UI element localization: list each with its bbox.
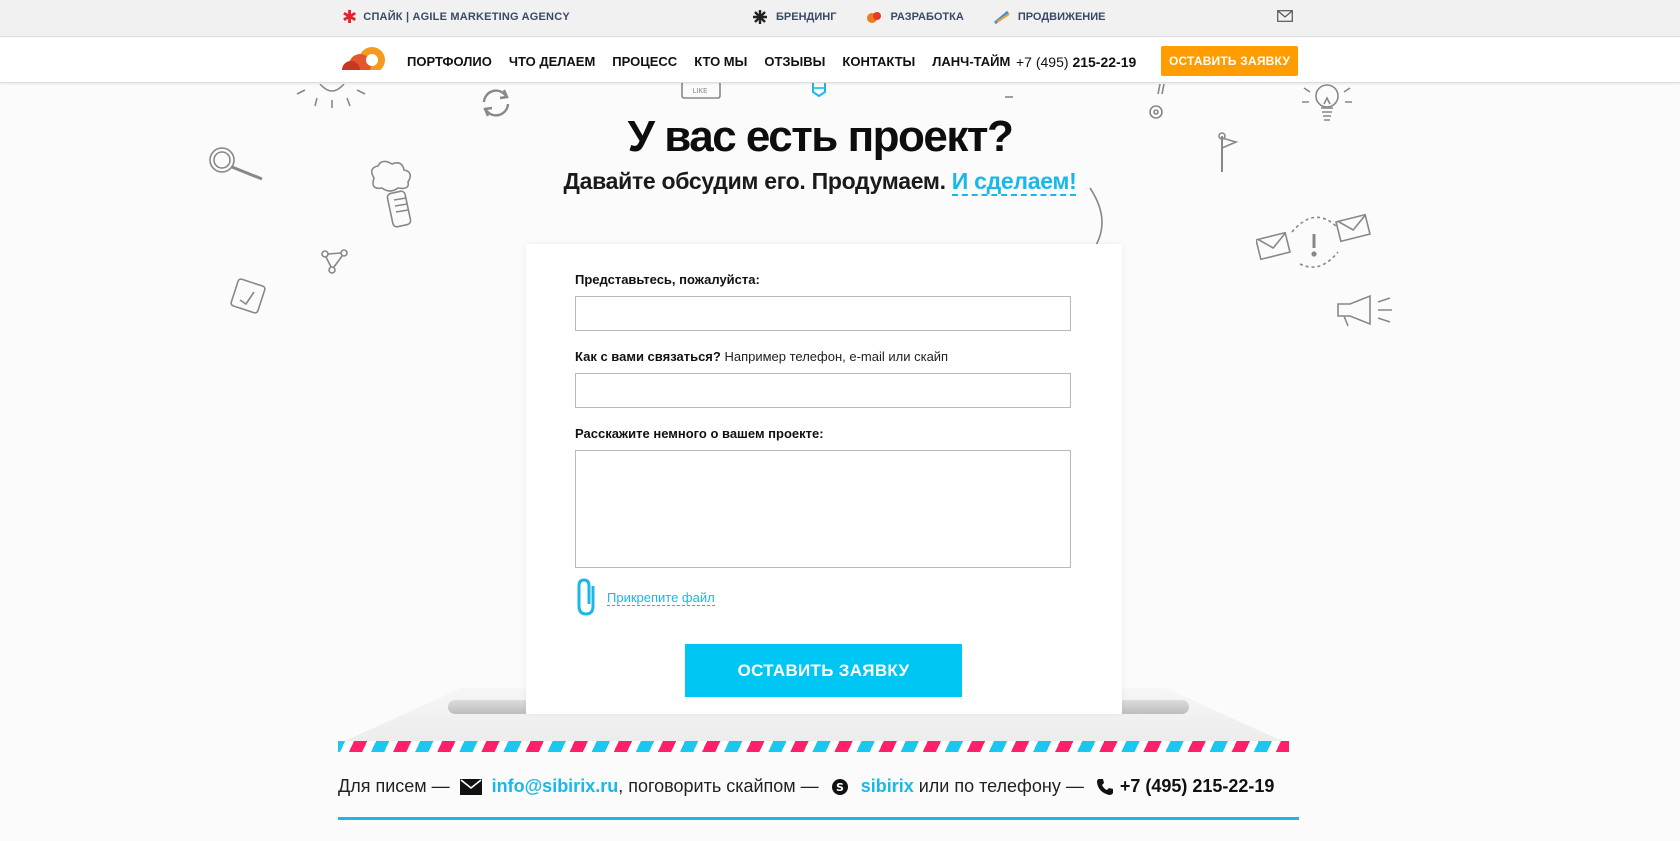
top-links: БРЕНДИНГ РАЗРАБОТКА ПРОДВИЖЕНИЕ [752, 10, 1105, 24]
top-link-branding[interactable]: БРЕНДИНГ [752, 10, 836, 24]
nav-item-services[interactable]: ЧТО ДЕЛАЕМ [509, 54, 595, 69]
subtitle-accent: И сделаем! [951, 168, 1077, 196]
name-input[interactable] [575, 296, 1071, 331]
contacts-skype-link[interactable]: sibirix [861, 776, 914, 797]
promotion-icon [993, 10, 1010, 24]
megaphone-doodle-icon [1337, 294, 1392, 327]
contacts-mail-prefix: Для писем — [338, 776, 450, 796]
paperclip-icon [577, 578, 595, 616]
top-bar: ✱ СПАЙК | AGILE MARKETING AGENCY БРЕНДИН… [0, 0, 1680, 37]
top-link-label: РАЗРАБОТКА [890, 11, 964, 23]
contact-hint: Например телефон, e-mail или скайп [724, 349, 949, 364]
development-icon [867, 12, 882, 23]
attach-file[interactable]: Прикрепите файл [575, 578, 715, 618]
contacts-skype-prefix: , поговорить скайпом — [618, 776, 819, 796]
envelope-icon [459, 778, 482, 795]
contact-input[interactable] [575, 373, 1071, 408]
project-label: Расскажите немного о вашем проекте: [575, 426, 824, 441]
network-doodle-icon [321, 249, 348, 274]
attach-file-link[interactable]: Прикрепите файл [607, 590, 715, 606]
nav-item-process[interactable]: ПРОЦЕСС [612, 54, 677, 69]
contacts-phone[interactable]: +7 (495) 215-22-19 [1120, 776, 1275, 797]
svg-text:LIKE: LIKE [693, 87, 708, 95]
nav-phone-prefix: +7 (495) [1016, 54, 1073, 70]
agency-label: СПАЙК | AGILE MARKETING AGENCY [363, 11, 570, 23]
branding-icon [753, 10, 767, 24]
svg-text:S: S [836, 781, 844, 794]
contact-label-text: Как с вами связаться? [575, 349, 721, 364]
nav-phone-number: 215-22-19 [1072, 54, 1137, 70]
nav-item-reviews[interactable]: ОТЗЫВЫ [764, 54, 825, 69]
asterisk-logo-icon: ✱ [342, 7, 358, 27]
top-link-development[interactable]: РАЗРАБОТКА [866, 10, 964, 24]
page-subtitle: Давайте обсудим его. Продумаем. И сделае… [0, 168, 1640, 196]
notepad-doodle-icon [230, 278, 266, 314]
page-title: У вас есть проект? [627, 112, 1014, 161]
contacts-line: Для писем — info@sibirix.ru , поговорить… [338, 776, 1274, 797]
contacts-phone-prefix: или по телефону — [918, 776, 1084, 796]
subtitle-text: Давайте обсудим его. Продумаем. [563, 168, 946, 194]
skype-icon: S [831, 778, 848, 795]
contact-label: Как с вами связаться? Например телефон, … [575, 349, 948, 364]
nav-phone[interactable]: +7 (495) 215-22-19 [1016, 54, 1136, 70]
top-link-label: БРЕНДИНГ [776, 11, 837, 23]
company-logo[interactable] [338, 44, 386, 78]
name-label: Представьтесь, пожалуйста: [575, 272, 760, 287]
nav-item-lunch-time[interactable]: ЛАНЧ-ТАЙМ [932, 54, 1010, 69]
nav-item-about[interactable]: КТО МЫ [694, 54, 747, 69]
submit-request-button[interactable]: ОСТАВИТЬ ЗАЯВКУ [685, 644, 962, 697]
phone-icon [1096, 778, 1113, 795]
request-button-nav[interactable]: ОСТАВИТЬ ЗАЯВКУ [1161, 46, 1298, 76]
airmail-stripe [338, 741, 1289, 752]
like-doodle-icon: LIKE [681, 81, 721, 99]
top-link-promotion[interactable]: ПРОДВИЖЕНИЕ [993, 10, 1106, 24]
nav-item-contacts[interactable]: КОНТАКТЫ [842, 54, 915, 69]
top-link-label: ПРОДВИЖЕНИЕ [1017, 11, 1106, 23]
nav-item-portfolio[interactable]: ПОРТФОЛИО [407, 54, 492, 69]
pen-doodle-icon [812, 82, 826, 98]
nav-menu: ПОРТФОЛИО ЧТО ДЕЛАЕМ ПРОЦЕСС КТО МЫ ОТЗЫ… [407, 54, 1010, 69]
sun-doodle-icon [296, 84, 366, 108]
agency-link[interactable]: ✱ СПАЙК | AGILE MARKETING AGENCY [342, 7, 570, 27]
mail-icon[interactable] [1277, 10, 1293, 22]
mail-exchange-doodle-icon [1256, 213, 1371, 268]
main-nav: ПОРТФОЛИО ЧТО ДЕЛАЕМ ПРОЦЕСС КТО МЫ ОТЗЫ… [0, 38, 1680, 83]
dash-doodle-icon [1005, 96, 1013, 98]
request-form: Представьтесь, пожалуйста: Как с вами св… [526, 244, 1122, 714]
project-textarea[interactable] [575, 450, 1071, 568]
footer-divider [338, 817, 1299, 820]
contacts-email-link[interactable]: info@sibirix.ru [492, 776, 619, 797]
